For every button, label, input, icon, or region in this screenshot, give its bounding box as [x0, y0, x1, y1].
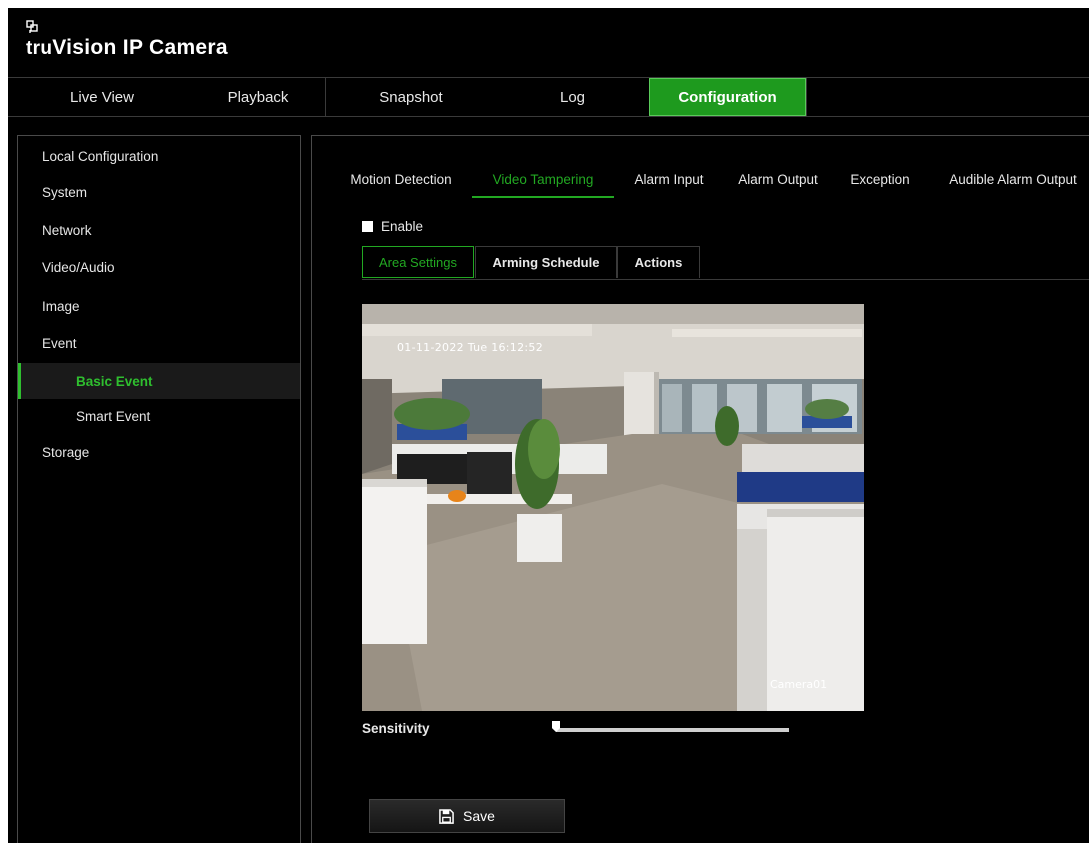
tab-audible-alarm-output[interactable]: Audible Alarm Output [938, 162, 1088, 196]
tab-arming-schedule[interactable]: Arming Schedule [475, 246, 617, 278]
tab-log[interactable]: Log [496, 78, 649, 116]
tab-playback[interactable]: Playback [183, 78, 333, 116]
tab-video-tampering[interactable]: Video Tampering [472, 162, 614, 198]
sensitivity-label: Sensitivity [362, 721, 430, 736]
sidebar-item-event[interactable]: Event [18, 325, 300, 361]
top-navigation: Live View Playback Snapshot Log Configur… [8, 77, 1089, 117]
save-label: Save [463, 808, 495, 824]
tab-actions[interactable]: Actions [617, 246, 700, 278]
sidebar: Local Configuration System Network Video… [17, 135, 301, 843]
brand-title: truVision IP Camera [26, 22, 228, 60]
tab-area-settings[interactable]: Area Settings [362, 246, 474, 278]
sidebar-item-basic-event[interactable]: Basic Event [18, 363, 300, 399]
save-button[interactable]: Save [369, 799, 565, 833]
floppy-disk-icon [439, 808, 454, 824]
osd-camera-name: Camera01 [770, 678, 828, 691]
sidebar-item-system[interactable]: System [18, 174, 300, 210]
video-preview[interactable]: 01-11-2022 Tue 16:12:52 Camera01 [362, 304, 864, 711]
brand-small: tru [26, 38, 53, 59]
sidebar-item-storage[interactable]: Storage [18, 434, 300, 470]
enable-label: Enable [381, 219, 424, 234]
nav-separator [806, 78, 807, 116]
network-grid-icon [26, 20, 38, 33]
main-panel: Motion Detection Video Tampering Alarm I… [311, 135, 1089, 843]
tab-alarm-output[interactable]: Alarm Output [730, 162, 826, 196]
tab-alarm-input[interactable]: Alarm Input [624, 162, 714, 196]
tab-live-view[interactable]: Live View [28, 78, 176, 116]
tab-motion-detection[interactable]: Motion Detection [342, 162, 460, 196]
tab-exception[interactable]: Exception [842, 162, 918, 196]
tab-snapshot[interactable]: Snapshot [326, 78, 496, 116]
sidebar-item-video-audio[interactable]: Video/Audio [18, 249, 300, 285]
enable-checkbox[interactable] [362, 221, 373, 232]
app-window: truVision IP Camera Live View Playback S… [8, 8, 1089, 843]
sidebar-item-local-configuration[interactable]: Local Configuration [18, 138, 300, 174]
osd-timestamp: 01-11-2022 Tue 16:12:52 [397, 341, 544, 354]
sensitivity-slider-track[interactable] [556, 728, 789, 732]
tab-configuration[interactable]: Configuration [649, 78, 806, 116]
sidebar-item-smart-event[interactable]: Smart Event [18, 398, 300, 434]
brand-logo: truVision IP Camera [26, 20, 228, 60]
sidebar-item-network[interactable]: Network [18, 212, 300, 248]
office-scene-image [362, 304, 864, 711]
brand-main: Vision [52, 36, 117, 59]
settings-tabs: Area Settings Arming Schedule Actions [362, 246, 1089, 280]
brand-suffix: IP Camera [116, 36, 228, 59]
enable-row: Enable [362, 219, 423, 234]
sidebar-item-image[interactable]: Image [18, 288, 300, 324]
